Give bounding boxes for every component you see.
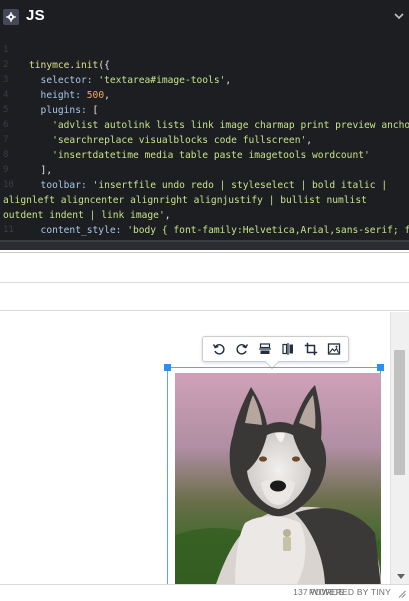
crop-button[interactable] [299, 338, 322, 360]
code-token: selector: [29, 75, 99, 86]
code-text: height: 500, [29, 88, 110, 103]
line-number: 8 [3, 150, 9, 160]
collapse-button[interactable] [392, 8, 406, 22]
code-text: tinymce.init({ [29, 58, 110, 73]
code-token: [ [92, 105, 99, 116]
editor-toolbar [0, 283, 409, 311]
code-line: 5 plugins: [ [0, 103, 409, 118]
code-text: 'insertdatetime media table paste imaget… [29, 148, 370, 163]
rotate-left-button[interactable] [207, 338, 230, 360]
code-line: 9 ], [0, 163, 409, 178]
code-token: plugins: [29, 105, 93, 116]
husky-image [175, 373, 381, 584]
rotate-left-icon [212, 344, 225, 355]
code-token: 'searchreplace visualblocks code fullscr… [29, 135, 307, 146]
editor-scrollbar[interactable] [390, 312, 409, 584]
editor-content-area[interactable] [0, 312, 390, 584]
resize-handle-top-left[interactable] [164, 364, 171, 371]
flip-vertical-icon [258, 343, 271, 354]
editor-menubar [0, 253, 409, 283]
code-text: ], [29, 163, 53, 178]
rotate-right-icon [235, 344, 248, 355]
line-number: 4 [3, 90, 9, 100]
code-text: alignleft aligncenter alignright alignju… [3, 193, 367, 208]
chevron-down-icon [394, 13, 404, 20]
powered-by-link[interactable]: POWERED BY TINY [309, 587, 391, 597]
settings-button[interactable] [3, 9, 19, 25]
gear-icon [6, 12, 16, 22]
code-line: 7 'searchreplace visualblocks code fulls… [0, 133, 409, 148]
code-token: , [225, 75, 232, 86]
line-number: 11 [3, 225, 14, 235]
code-token: outdent indent | link image' [3, 210, 165, 221]
code-line: 2 tinymce.init({ [0, 58, 409, 73]
code-line: 6 'advlist autolink lists link image cha… [0, 118, 409, 133]
line-number: 10 [3, 180, 14, 190]
code-token: height: [29, 90, 87, 101]
code-line: outdent indent | link image', [0, 208, 409, 223]
image-tools-toolbar [202, 336, 349, 362]
line-number: 2 [3, 60, 9, 70]
line-number: 5 [3, 105, 9, 115]
code-text: content_style: 'body { font-family:Helve… [29, 223, 409, 238]
husky-photo[interactable] [175, 373, 381, 584]
code-line: 1 [0, 43, 409, 58]
code-line: 10 toolbar: 'insertfile undo redo | styl… [0, 178, 409, 193]
image-options-icon [327, 343, 340, 355]
code-token: 'body { font-family:Helvetica,Arial,sans… [127, 225, 409, 236]
crop-icon [304, 342, 317, 356]
code-token: , [306, 135, 313, 146]
line-number: 3 [3, 75, 9, 85]
code-text: selector: 'textarea#image-tools', [29, 73, 232, 88]
scroll-down-arrow[interactable] [397, 574, 405, 579]
line-number: 9 [3, 165, 9, 175]
code-token: , [164, 210, 171, 221]
js-code-panel: JS 1 2 tinymce.init({3 selector: 'textarea… [0, 0, 409, 250]
code-token: 500 [86, 90, 105, 101]
code-token: 'textarea#image-tools' [98, 75, 226, 86]
tinymce-editor: 137 WORDS POWERED BY TINY [0, 252, 409, 601]
code-token: content_style: [29, 225, 128, 236]
code-token: toolbar: [29, 180, 93, 191]
code-token: alignleft aligncenter alignright alignju… [3, 195, 367, 206]
flip-horizontal-icon [281, 343, 293, 355]
code-text: toolbar: 'insertfile undo redo | stylese… [29, 178, 388, 193]
code-line: alignleft aligncenter alignright alignju… [0, 193, 409, 208]
code-token: ({ [98, 60, 110, 71]
scrollbar-thumb[interactable] [394, 350, 405, 475]
panel-resize-bar[interactable] [0, 240, 409, 250]
code-token: 'insertdatetime media table paste imaget… [29, 150, 370, 161]
code-token: ], [29, 165, 53, 176]
flip-horizontal-button[interactable] [276, 338, 299, 360]
code-token: init [75, 60, 99, 71]
flip-vertical-button[interactable] [253, 338, 276, 360]
panel-title: JS [26, 7, 45, 24]
code-token: , [104, 90, 110, 101]
code-text: outdent indent | link image', [3, 208, 171, 223]
editor-statusbar: 137 WORDS POWERED BY TINY [0, 584, 409, 601]
code-line: 11 content_style: 'body { font-family:He… [0, 223, 409, 238]
image-options-button[interactable] [322, 338, 345, 360]
code-token: tinymce. [29, 60, 76, 71]
code-text: 'searchreplace visualblocks code fullscr… [29, 133, 312, 148]
code-text: plugins: [ [29, 103, 99, 118]
line-number: 1 [3, 45, 9, 55]
code-token: 'advlist autolink lists link image charm… [29, 120, 409, 131]
code-token: 'insertfile undo redo | styleselect | bo… [92, 180, 388, 191]
code-line: 3 selector: 'textarea#image-tools', [0, 73, 409, 88]
code-editor[interactable]: 1 2 tinymce.init({3 selector: 'textarea#im… [0, 43, 409, 250]
code-line: 4 height: 500, [0, 88, 409, 103]
panel-header: JS [0, 0, 409, 30]
resize-grip-icon[interactable] [398, 590, 406, 598]
rotate-right-button[interactable] [230, 338, 253, 360]
selected-image[interactable] [164, 364, 384, 584]
code-line: 8 'insertdatetime media table paste imag… [0, 148, 409, 163]
line-number: 6 [3, 120, 9, 130]
line-number: 7 [3, 135, 9, 145]
code-text: 'advlist autolink lists link image charm… [29, 118, 409, 133]
resize-handle-top-right[interactable] [377, 364, 384, 371]
